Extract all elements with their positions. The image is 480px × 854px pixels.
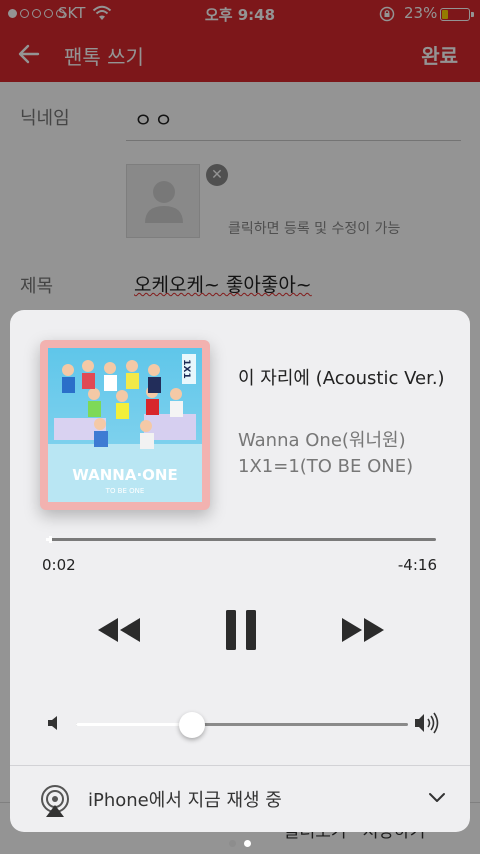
song-artist: Wanna One(워너원) [238, 430, 406, 451]
chevron-down-icon[interactable] [428, 792, 446, 804]
volume-low-icon [48, 716, 57, 730]
page-dot[interactable] [229, 840, 236, 847]
pause-icon[interactable] [224, 610, 258, 650]
rewind-icon[interactable] [96, 616, 142, 644]
remaining-time: -4:16 [397, 556, 437, 574]
song-title: 이 자리에 (Acoustic Ver.) [238, 368, 445, 389]
airplay-icon [41, 785, 69, 817]
volume-slider-fill [76, 723, 192, 726]
volume-high-icon [415, 712, 439, 734]
artwork-side-text: 1X1 [181, 359, 191, 378]
airplay-label: iPhone에서 지금 재생 중 [88, 790, 282, 811]
artwork-subtitle-text: TO BE ONE [105, 487, 145, 495]
playback-progress-bar[interactable] [46, 536, 436, 543]
album-cover-image: 1X1 WANNA·ONE TO BE ONE [48, 348, 202, 502]
airplay-output-row[interactable]: iPhone에서 지금 재생 중 [10, 765, 470, 832]
page-dot-active[interactable] [244, 840, 251, 847]
artwork-title-text: WANNA·ONE [72, 466, 177, 484]
album-artwork: 1X1 WANNA·ONE TO BE ONE [40, 340, 210, 510]
page-indicator [0, 840, 480, 850]
playback-progress-knob[interactable] [49, 536, 52, 543]
fast-forward-icon[interactable] [340, 616, 386, 644]
song-album: 1X1=1(TO BE ONE) [238, 456, 414, 477]
volume-slider[interactable] [76, 712, 408, 738]
volume-slider-knob[interactable] [179, 712, 205, 738]
now-playing-card: 1X1 WANNA·ONE TO BE ONE 이 자리에 (Acoustic … [10, 310, 470, 832]
elapsed-time: 0:02 [42, 556, 76, 574]
